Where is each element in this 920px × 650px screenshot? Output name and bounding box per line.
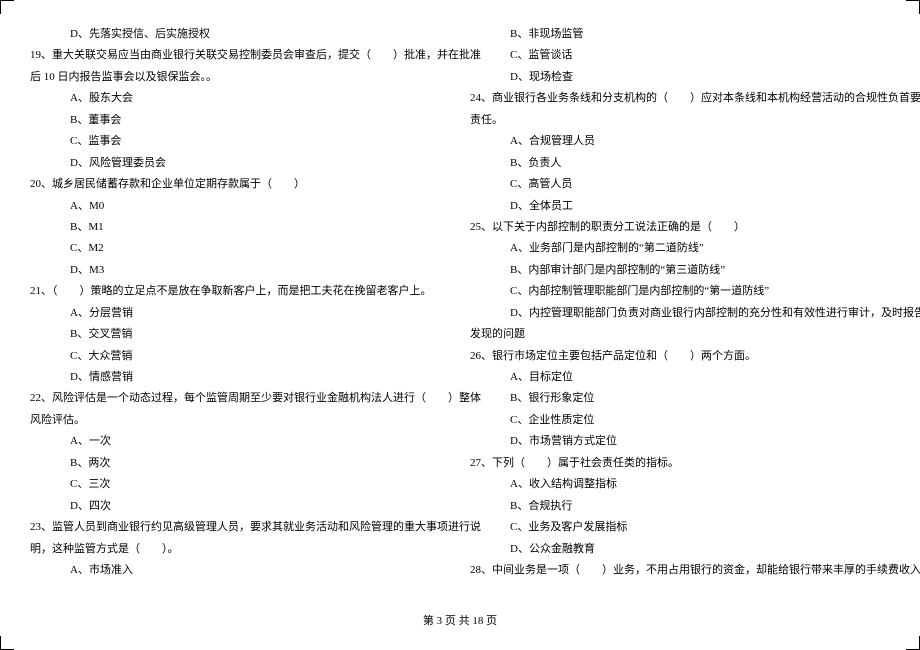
- q21: 21、（ ）策略的立足点不是放在争取新客户上，而是把工夫花在挽留老客户上。: [30, 281, 450, 302]
- crop-corner-tl: [0, 0, 14, 14]
- q20-opt-d: D、M3: [30, 260, 450, 281]
- q25-opt-c: C、内部控制管理职能部门是内部控制的“第一道防线”: [470, 281, 890, 302]
- q27-opt-a: A、收入结构调整指标: [470, 474, 890, 495]
- q25-opt-d-line1: D、内控管理职能部门负责对商业银行内部控制的充分性和有效性进行审计，及时报告审计: [470, 303, 890, 324]
- q19-line1: 19、重大关联交易应当由商业银行关联交易控制委员会审查后，提交（ ）批准，并在批…: [30, 45, 450, 66]
- q24-line2: 责任。: [470, 110, 890, 131]
- crop-corner-bl: [0, 636, 14, 650]
- q19-opt-b: B、董事会: [30, 110, 450, 131]
- q26-opt-c: C、企业性质定位: [470, 410, 890, 431]
- q22-line1: 22、风险评估是一个动态过程，每个监管周期至少要对银行业金融机构法人进行（ ）整…: [30, 388, 450, 409]
- q23-opt-b: B、非现场监管: [470, 24, 890, 45]
- q22-opt-d: D、四次: [30, 496, 450, 517]
- q23-line2: 明，这种监管方式是（ ）。: [30, 539, 450, 560]
- q25-opt-a: A、业务部门是内部控制的“第二道防线”: [470, 238, 890, 259]
- q23-line1: 23、监管人员到商业银行约见高级管理人员，要求其就业务活动和风险管理的重大事项进…: [30, 517, 450, 538]
- crop-corner-tr: [906, 0, 920, 14]
- q24-opt-a: A、合规管理人员: [470, 131, 890, 152]
- q26-opt-d: D、市场营销方式定位: [470, 431, 890, 452]
- q27-opt-c: C、业务及客户发展指标: [470, 517, 890, 538]
- q26-opt-b: B、银行形象定位: [470, 388, 890, 409]
- q25: 25、以下关于内部控制的职责分工说法正确的是（ ）: [470, 217, 890, 238]
- crop-corner-br: [906, 636, 920, 650]
- q27-opt-d: D、公众金融教育: [470, 539, 890, 560]
- q24-opt-b: B、负责人: [470, 153, 890, 174]
- q18-opt-d: D、先落实授信、后实施授权: [30, 24, 450, 45]
- q22-line2: 风险评估。: [30, 410, 450, 431]
- q23-opt-a: A、市场准入: [30, 560, 450, 581]
- q27: 27、下列（ ）属于社会责任类的指标。: [470, 453, 890, 474]
- q21-opt-c: C、大众营销: [30, 346, 450, 367]
- q23-opt-d: D、现场检查: [470, 67, 890, 88]
- q20: 20、城乡居民储蓄存款和企业单位定期存款属于（ ）: [30, 174, 450, 195]
- q20-opt-c: C、M2: [30, 238, 450, 259]
- q19-line2: 后 10 日内报告监事会以及银保监会。。: [30, 67, 450, 88]
- column-right: B、非现场监管 C、监管谈话 D、现场检查 24、商业银行各业务条线和分支机构的…: [460, 24, 890, 581]
- q20-opt-a: A、M0: [30, 196, 450, 217]
- q21-opt-d: D、情感营销: [30, 367, 450, 388]
- q19-opt-c: C、监事会: [30, 131, 450, 152]
- page-footer: 第 3 页 共 18 页: [0, 611, 920, 632]
- page-content: D、先落实授信、后实施授权 19、重大关联交易应当由商业银行关联交易控制委员会审…: [30, 0, 890, 581]
- q26-opt-a: A、目标定位: [470, 367, 890, 388]
- q22-opt-c: C、三次: [30, 474, 450, 495]
- q21-opt-b: B、交叉营销: [30, 324, 450, 345]
- q20-opt-b: B、M1: [30, 217, 450, 238]
- q25-opt-b: B、内部审计部门是内部控制的“第三道防线”: [470, 260, 890, 281]
- q26: 26、银行市场定位主要包括产品定位和（ ）两个方面。: [470, 346, 890, 367]
- q27-opt-b: B、合规执行: [470, 496, 890, 517]
- q28: 28、中间业务是一项（ ）业务，不用占用银行的资金，却能给银行带来丰厚的手续费收…: [470, 560, 890, 581]
- q22-opt-b: B、两次: [30, 453, 450, 474]
- q24-line1: 24、商业银行各业务条线和分支机构的（ ）应对本条线和本机构经营活动的合规性负首…: [470, 88, 890, 109]
- q25-opt-d-line2: 发现的问题: [470, 324, 890, 345]
- q21-opt-a: A、分层营销: [30, 303, 450, 324]
- q23-opt-c: C、监管谈话: [470, 45, 890, 66]
- column-left: D、先落实授信、后实施授权 19、重大关联交易应当由商业银行关联交易控制委员会审…: [30, 24, 460, 581]
- q19-opt-d: D、风险管理委员会: [30, 153, 450, 174]
- q24-opt-d: D、全体员工: [470, 196, 890, 217]
- q24-opt-c: C、高管人员: [470, 174, 890, 195]
- q22-opt-a: A、一次: [30, 431, 450, 452]
- q19-opt-a: A、股东大会: [30, 88, 450, 109]
